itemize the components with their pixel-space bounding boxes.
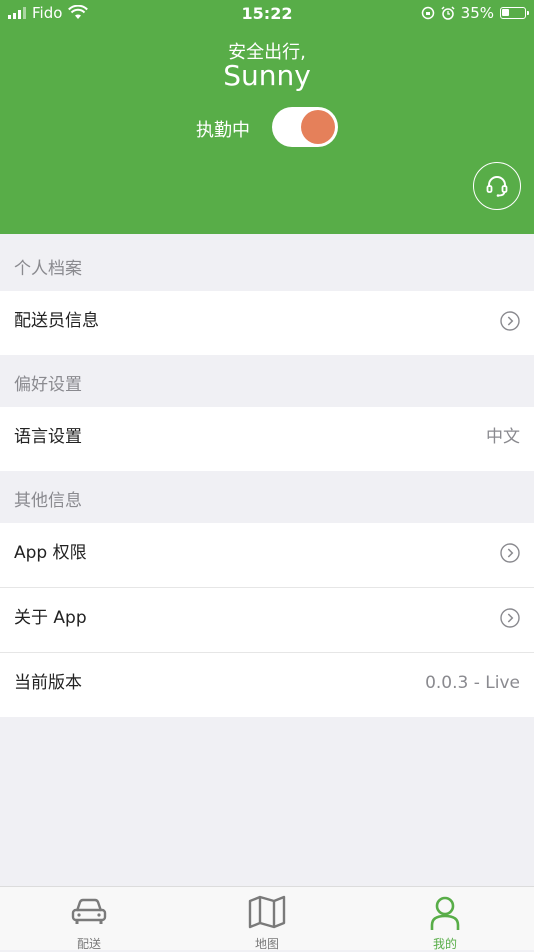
section-title-other-info: 其他信息 (14, 491, 82, 511)
row-label: 配送员信息 (14, 311, 99, 331)
row-courier-info[interactable]: 配送员信息 (0, 291, 534, 355)
row-language-settings[interactable]: 语言设置 中文 (0, 407, 534, 471)
status-bar: Fido 15:22 35% (0, 0, 534, 28)
tab-delivery[interactable]: 配送 (29, 887, 149, 951)
username: Sunny (223, 59, 311, 92)
version-value: 0.0.3 - Live (425, 673, 520, 693)
headset-icon (486, 176, 508, 197)
duty-status-label: 执勤中 (196, 120, 250, 141)
section-title-preferences: 偏好设置 (14, 375, 82, 395)
chevron-right-circle-icon (500, 608, 520, 628)
row-label: 关于 App (14, 608, 87, 628)
row-current-version: 当前版本 0.0.3 - Live (0, 653, 534, 717)
section-title-profile: 个人档案 (14, 259, 82, 279)
profile-header: Fido 15:22 35% 安全出行, Sunny 执勤中 (0, 0, 534, 234)
car-icon (71, 898, 107, 924)
alarm-icon (441, 6, 455, 20)
chevron-right-circle-icon (500, 543, 520, 563)
user-icon (430, 896, 460, 930)
toggle-knob (301, 110, 335, 144)
tab-label: 地图 (254, 937, 279, 951)
duty-toggle[interactable] (272, 107, 338, 147)
tab-label: 我的 (432, 937, 457, 951)
chevron-right-circle-icon (500, 311, 520, 331)
language-value: 中文 (486, 427, 520, 447)
customer-support-button[interactable] (473, 162, 521, 210)
battery-icon (500, 7, 529, 19)
tab-label: 配送 (76, 937, 101, 951)
tab-map[interactable]: 地图 (207, 887, 327, 951)
row-label: 语言设置 (14, 427, 82, 447)
row-app-permissions[interactable]: App 权限 (0, 523, 534, 587)
map-icon (248, 895, 286, 929)
row-label: App 权限 (14, 543, 87, 563)
battery-percent: 35% (460, 4, 494, 22)
row-label: 当前版本 (14, 673, 82, 693)
orientation-lock-icon (421, 6, 434, 20)
row-about-app[interactable]: 关于 App (0, 588, 534, 652)
tab-bar: 配送 地图 我的 (0, 886, 534, 951)
tab-mine[interactable]: 我的 (385, 887, 505, 951)
